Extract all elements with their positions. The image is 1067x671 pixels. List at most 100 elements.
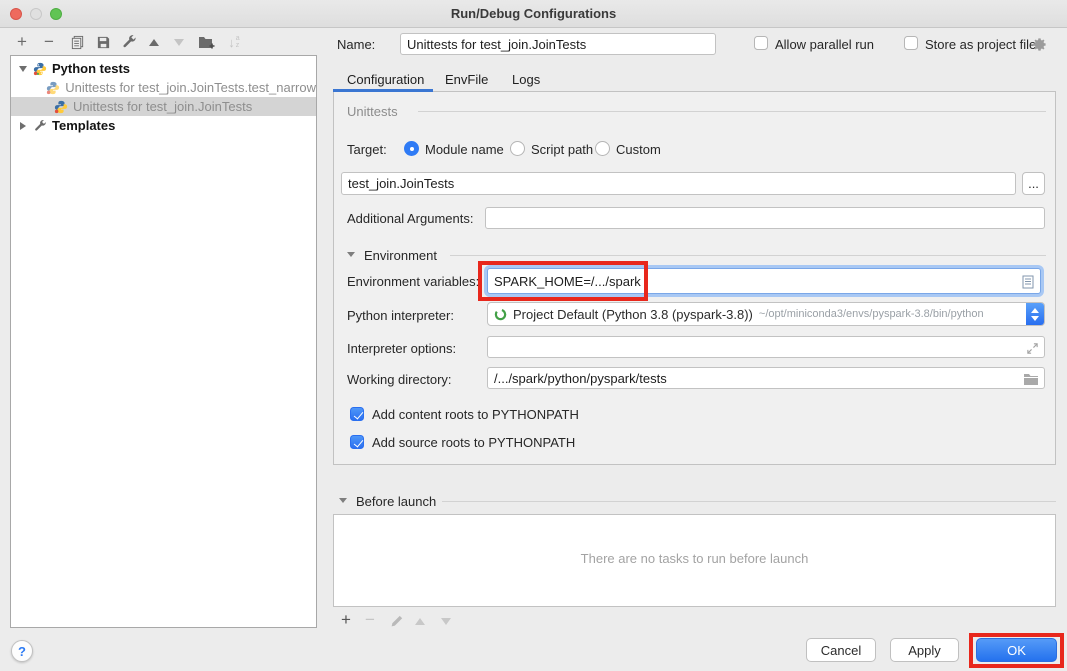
before-launch-task-list[interactable]: There are no tasks to run before launch	[333, 514, 1056, 607]
arrow-up-icon	[415, 618, 425, 625]
tree-item-label: Templates	[52, 118, 115, 133]
radio-custom[interactable]	[595, 141, 610, 156]
apply-button[interactable]: Apply	[890, 638, 959, 662]
collapse-icon[interactable]	[19, 66, 27, 72]
python-interpreter-label: Python interpreter:	[347, 308, 454, 323]
store-as-project-file-checkbox[interactable]	[904, 36, 918, 50]
interpreter-stepper-button[interactable]	[1026, 303, 1044, 325]
remove-configuration-button[interactable]: −	[40, 33, 58, 51]
expand-editor-button[interactable]	[1025, 341, 1039, 355]
ok-button[interactable]: OK	[976, 638, 1057, 662]
store-as-project-file-label: Store as project file	[925, 37, 1036, 52]
conda-env-icon	[494, 308, 507, 321]
expand-icon	[1026, 342, 1039, 355]
environment-variables-value: SPARK_HOME=/.../spark	[494, 274, 641, 289]
sort-az-icon: ↓az	[228, 35, 239, 50]
radio-module-name[interactable]	[404, 141, 419, 156]
sort-configurations-button: ↓az	[224, 33, 244, 51]
environment-section-label: Environment	[364, 248, 437, 263]
before-launch-section-label: Before launch	[356, 494, 436, 509]
arrow-down-icon	[441, 618, 451, 625]
working-directory-input[interactable]: /.../spark/python/pyspark/tests	[487, 367, 1045, 389]
interpreter-options-input[interactable]	[487, 336, 1045, 358]
plus-icon: +	[17, 33, 27, 51]
browse-module-button[interactable]: ...	[1022, 172, 1045, 195]
python-interpreter-select[interactable]: Project Default (Python 3.8 (pyspark-3.8…	[487, 302, 1045, 326]
move-task-up-button	[412, 612, 428, 630]
help-button[interactable]: ?	[11, 640, 33, 662]
section-divider	[442, 501, 1056, 502]
section-divider	[450, 255, 1046, 256]
add-content-roots-label: Add content roots to PYTHONPATH	[372, 407, 579, 422]
name-input[interactable]	[400, 33, 716, 55]
environment-variables-input[interactable]: SPARK_HOME=/.../spark	[487, 268, 1041, 294]
tree-item-label: Unittests for test_join.JoinTests	[73, 99, 252, 114]
name-label: Name:	[337, 37, 375, 52]
interpreter-options-label: Interpreter options:	[347, 341, 456, 356]
chevron-up-icon	[1031, 308, 1039, 313]
move-up-button[interactable]	[145, 33, 163, 51]
add-source-roots-label: Add source roots to PYTHONPATH	[372, 435, 575, 450]
arrow-up-icon	[149, 39, 159, 46]
working-directory-value: /.../spark/python/pyspark/tests	[494, 371, 667, 386]
chevron-down-icon	[1031, 316, 1039, 321]
radio-custom-label: Custom	[616, 142, 661, 157]
wrench-icon	[121, 34, 137, 50]
python-run-config-icon	[54, 100, 68, 114]
environment-collapse-icon[interactable]	[347, 252, 355, 257]
additional-arguments-label: Additional Arguments:	[347, 211, 473, 226]
add-configuration-button[interactable]: +	[13, 33, 31, 51]
copy-configuration-button[interactable]	[68, 33, 86, 51]
before-launch-collapse-icon[interactable]	[339, 498, 347, 503]
unittests-group-title: Unittests	[347, 104, 398, 119]
add-source-roots-checkbox[interactable]	[350, 435, 364, 449]
minus-icon: −	[44, 33, 54, 51]
radio-script-path-label: Script path	[531, 142, 593, 157]
expand-icon[interactable]	[20, 122, 26, 130]
target-label: Target:	[347, 142, 387, 157]
title-bar: Run/Debug Configurations	[0, 0, 1067, 28]
add-content-roots-checkbox[interactable]	[350, 407, 364, 421]
additional-arguments-input[interactable]	[485, 207, 1045, 229]
tab-configuration[interactable]: Configuration	[347, 72, 424, 87]
save-icon	[96, 35, 111, 50]
plus-icon: +	[341, 611, 351, 629]
working-directory-label: Working directory:	[347, 372, 452, 387]
edit-templates-button[interactable]	[120, 33, 138, 51]
radio-script-path[interactable]	[510, 141, 525, 156]
tree-item-label: Unittests for test_join.JoinTests.test_n…	[65, 80, 316, 95]
radio-module-name-label: Module name	[425, 142, 504, 157]
tab-envfile[interactable]: EnvFile	[445, 72, 488, 87]
add-task-button[interactable]: +	[338, 611, 354, 629]
environment-variables-label: Environment variables:	[347, 274, 479, 289]
move-task-down-button	[438, 612, 454, 630]
pencil-icon	[390, 615, 403, 628]
cancel-button[interactable]: Cancel	[806, 638, 876, 662]
tree-item-templates[interactable]: Templates	[11, 116, 316, 135]
tab-logs[interactable]: Logs	[512, 72, 540, 87]
tree-item-unittest-jointests-selected[interactable]: Unittests for test_join.JoinTests	[11, 97, 316, 116]
run-debug-configurations-dialog: Run/Debug Configurations + − ↓az Python …	[0, 0, 1067, 671]
module-name-input[interactable]	[341, 172, 1016, 195]
python-icon	[33, 62, 47, 76]
new-folder-icon	[198, 35, 215, 50]
allow-parallel-run-label: Allow parallel run	[775, 37, 874, 52]
allow-parallel-run-checkbox[interactable]	[754, 36, 768, 50]
configurations-tree: Python tests Unittests for test_join.Joi…	[10, 55, 317, 628]
move-down-button	[170, 33, 188, 51]
browse-directory-button[interactable]	[1023, 372, 1039, 386]
tree-item-python-tests[interactable]: Python tests	[11, 59, 316, 78]
tree-item-unittest-narrow[interactable]: Unittests for test_join.JoinTests.test_n…	[11, 78, 316, 97]
remove-task-button: −	[362, 611, 378, 629]
edit-env-vars-button[interactable]	[1020, 274, 1036, 290]
save-configuration-button[interactable]	[94, 33, 112, 51]
create-folder-button[interactable]	[196, 33, 216, 51]
python-interpreter-value: Project Default (Python 3.8 (pyspark-3.8…	[513, 307, 753, 322]
arrow-down-icon	[174, 39, 184, 46]
copy-icon	[70, 35, 85, 50]
active-tab-underline	[333, 89, 433, 92]
minus-icon: −	[365, 611, 375, 629]
python-run-config-icon	[46, 81, 60, 95]
store-options-button[interactable]	[1030, 35, 1048, 53]
edit-task-button	[388, 612, 404, 630]
